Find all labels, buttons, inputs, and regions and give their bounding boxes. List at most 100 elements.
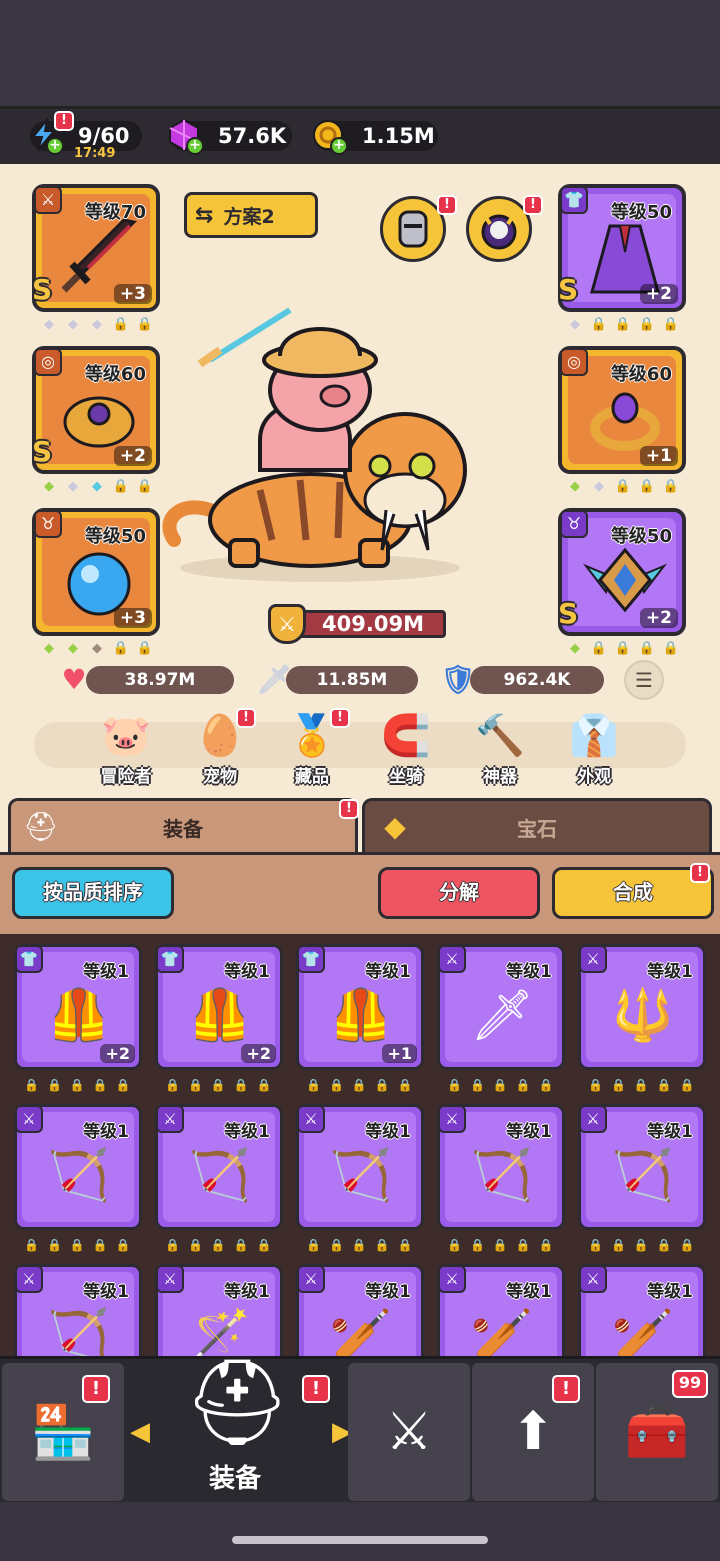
nav-shop[interactable]: 🏪 ! — [2, 1363, 124, 1501]
gem-counter[interactable]: + 57.6K — [169, 118, 292, 155]
gem-sockets: ◆ ◆ 🔒 🔒 🔒 — [570, 479, 680, 494]
inventory-item[interactable]: ⚔ 🏹 等级1 — [578, 1104, 706, 1230]
inventory-item[interactable]: 👕 🦺 等级1 +1 — [296, 944, 424, 1070]
hammer-icon: 🔨 — [475, 713, 525, 759]
inventory-item[interactable]: ⚔ 🔱 等级1 — [578, 944, 706, 1070]
category-label: 坐骑 — [389, 767, 423, 787]
tab-gems[interactable]: ◆ 宝石 — [362, 798, 712, 854]
sword-type-icon: ⚔ — [438, 1265, 466, 1293]
wooden-club-icon: 🏏 — [470, 1306, 534, 1358]
gem-sockets: ◆ ◆ ◆ 🔒 🔒 — [44, 641, 154, 656]
ring-type-icon: ◎ — [560, 348, 588, 376]
equip-slot-weapon[interactable]: ⚔ 等级70 +3 S — [32, 184, 160, 312]
category-pet[interactable]: 🥚 宠物 ! — [180, 706, 260, 787]
item-enhance: +1 — [382, 1044, 417, 1063]
status-area — [0, 0, 720, 106]
gem-sockets: 🔒 🔒 🔒 🔒 🔒 — [447, 1238, 554, 1252]
inventory-item[interactable]: 👕 🦺 等级1 +2 — [155, 944, 283, 1070]
stat-hp: ♥ 38.97M — [61, 663, 234, 696]
add-energy-icon[interactable]: + — [46, 137, 64, 155]
gem-sockets: 🔒 🔒 🔒 🔒 🔒 — [24, 1238, 131, 1252]
sword-type-icon: ⚔ — [34, 186, 62, 214]
inventory-item[interactable]: ⚔ 🏹 等级1 — [296, 1104, 424, 1230]
slot-enhance: +3 — [113, 608, 152, 628]
shop-icon: 🏪 — [30, 1402, 96, 1463]
nav-upgrade[interactable]: ⬆ ! — [472, 1363, 594, 1501]
pig-hero-icon: 🐷 — [101, 713, 151, 759]
dismantle-button[interactable]: 分解 — [378, 867, 540, 919]
item-level: 等级1 — [647, 962, 693, 982]
add-gems-icon[interactable]: + — [186, 137, 204, 155]
iron-sword-icon: 🗡 — [470, 986, 534, 1044]
category-adventurer[interactable]: 🐷 冒险者 — [86, 706, 166, 787]
level-up-icon: ⬆ — [511, 1402, 555, 1462]
demon-portrait[interactable]: ! — [466, 195, 543, 262]
gem-sockets: 🔒 🔒 🔒 🔒 🔒 — [165, 1078, 272, 1092]
sword-type-icon: ⚔ — [156, 1105, 184, 1133]
armor-type-icon: 👕 — [15, 945, 43, 973]
stat-attack: 🗡 11.85M — [256, 663, 418, 696]
category-label: 宠物 — [203, 767, 237, 787]
power-shield-icon: ⚔ — [268, 604, 306, 644]
category-mount[interactable]: 🧲 坐骑 — [366, 706, 446, 787]
alert-badge: ! — [330, 708, 350, 728]
item-level: 等级1 — [365, 1122, 411, 1142]
add-gold-icon[interactable]: + — [330, 137, 348, 155]
inventory-item[interactable]: ⚔ 🏏 等级1 — [296, 1264, 424, 1358]
chest-count-badge: 99 — [672, 1370, 708, 1398]
category-appearance[interactable]: 👔 外观 — [554, 706, 634, 787]
knight-portrait[interactable]: ! — [380, 195, 457, 262]
inventory-item[interactable]: ⚔ 🏏 等级1 — [437, 1264, 565, 1358]
category-collection[interactable]: 🏅 藏品 ! — [272, 706, 352, 787]
slot-level: 等级50 — [610, 526, 672, 547]
alert-badge: ! — [523, 195, 543, 215]
tab-equipment[interactable]: ⛑ 装备 ! — [8, 798, 359, 854]
inventory-item[interactable]: ⚔ 🏹 等级1 — [14, 1104, 142, 1230]
inventory-grid: 👕 🦺 等级1 +2 👕 🦺 等级1 +2 👕 🦺 等级1 +1 ⚔ 🗡 等级1… — [0, 934, 720, 1358]
heart-icon: ♥ — [61, 663, 87, 696]
category-label: 冒险者 — [100, 767, 152, 787]
equip-slot-necklace[interactable]: ◎ 等级60 +2 S — [32, 346, 160, 474]
nav-battle[interactable]: ⚔ — [348, 1363, 470, 1501]
sort-by-quality-button[interactable]: 按品质排序 — [12, 867, 174, 919]
inventory-item[interactable]: ⚔ 🗡 等级1 — [437, 944, 565, 1070]
loadout-switch-button[interactable]: ⇆ 方案2 — [184, 192, 318, 238]
equip-slot-armor[interactable]: 👕 等级50 +2 S — [558, 184, 686, 312]
helmet-icon: ⛑ — [184, 1353, 291, 1451]
wooden-club-icon: 🏏 — [329, 1306, 393, 1358]
alert-badge: ! — [54, 111, 74, 131]
equip-slot-ring[interactable]: ◎ 等级60 +1 — [558, 346, 686, 474]
item-level: 等级1 — [224, 1282, 270, 1302]
stat-defense: 🛡 962.4K — [440, 663, 604, 696]
inventory-item[interactable]: ⚔ 🏹 等级1 — [437, 1104, 565, 1230]
pendant-type-icon: ♉ — [34, 510, 62, 538]
slot-grade: S — [32, 435, 53, 468]
inventory-item[interactable]: 👕 🦺 等级1 +2 — [14, 944, 142, 1070]
inventory-item[interactable]: ⚔ 🏹 等级1 — [14, 1264, 142, 1358]
category-artifact[interactable]: 🔨 神器 — [460, 706, 540, 787]
alert-badge: ! — [82, 1375, 110, 1403]
slot-enhance: +2 — [639, 284, 678, 304]
combat-power-value: 409.09M — [286, 610, 446, 638]
inventory-item[interactable]: ⚔ 🪄 等级1 — [155, 1264, 283, 1358]
slot-level: 等级60 — [610, 364, 672, 385]
sword-type-icon: ⚔ — [156, 1265, 184, 1293]
bottom-navigation: 🏪 ! ◀ ⛑ ▶ ! ⚔ ⬆ ! 🧰 — [0, 1353, 720, 1502]
gem-sockets: ◆ ◆ ◆ 🔒 🔒 — [44, 317, 154, 332]
gem-sockets: 🔒 🔒 🔒 🔒 🔒 — [588, 1078, 695, 1092]
slot-grade: S — [558, 273, 579, 306]
inventory-item[interactable]: ⚔ 🏹 等级1 — [155, 1104, 283, 1230]
item-level: 等级1 — [506, 1282, 552, 1302]
gold-counter[interactable]: + 1.15M — [313, 120, 438, 155]
magic-staff-icon: 🪄 — [188, 1306, 252, 1358]
wooden-club-icon: 🏏 — [611, 1306, 675, 1358]
item-level: 等级1 — [83, 1122, 129, 1142]
equip-slot-emblem[interactable]: ♉ 等级50 +2 S — [558, 508, 686, 636]
inventory-item[interactable]: ⚔ 🏏 等级1 — [578, 1264, 706, 1358]
sword-type-icon: ⚔ — [15, 1265, 43, 1293]
stats-detail-button[interactable]: ☰ — [624, 660, 664, 700]
crossbow-icon: 🏹 — [47, 1146, 111, 1204]
home-indicator[interactable] — [232, 1536, 488, 1544]
equip-slot-orb[interactable]: ♉ 等级50 +3 — [32, 508, 160, 636]
swap-arrows-icon: ⇆ — [195, 202, 214, 228]
